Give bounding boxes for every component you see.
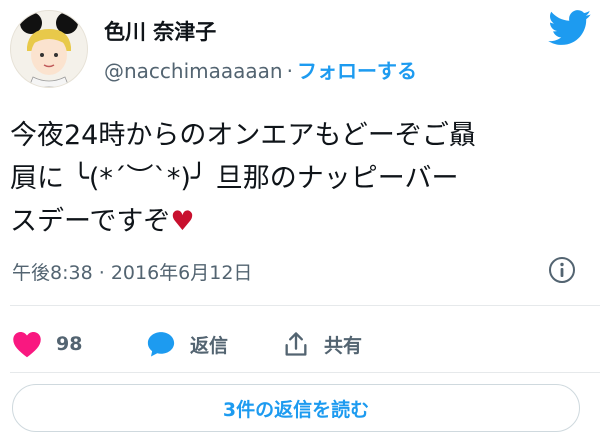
- tweet-line-text: スデーですぞ: [10, 206, 171, 237]
- share-label: 共有: [324, 334, 363, 357]
- avatar[interactable]: [10, 10, 88, 88]
- author-display-name[interactable]: 色川 奈津子: [104, 16, 216, 46]
- like-count: 98: [56, 333, 83, 355]
- share-icon: [285, 332, 307, 356]
- twitter-bird-icon[interactable]: [548, 10, 592, 46]
- share-button[interactable]: 共有: [282, 328, 362, 360]
- tweet-line: 屓に ╰(*´︶`*)╯ 旦那のナッピーバー: [10, 163, 459, 194]
- tweet-text: 今夜24時からのオンエアもどーぞご贔 屓に ╰(*´︶`*)╯ 旦那のナッピーバ…: [10, 114, 590, 243]
- like-button[interactable]: 98: [12, 328, 82, 360]
- timestamp[interactable]: 午後8:38 · 2016年6月12日: [12, 258, 252, 285]
- follow-button[interactable]: フォローする: [297, 59, 417, 83]
- time: 午後8:38: [12, 262, 93, 284]
- author-handle[interactable]: @nacchimaaaaan: [104, 59, 283, 83]
- reply-button[interactable]: 返信: [146, 328, 228, 360]
- tweet-line: 今夜24時からのオンエアもどーぞご贔: [10, 120, 476, 151]
- separator-dot: ·: [286, 59, 293, 83]
- divider: [10, 305, 600, 306]
- tweet-line: スデーですぞ♥: [10, 200, 590, 243]
- reply-label: 返信: [190, 334, 229, 357]
- reply-bubble-icon: [147, 332, 175, 357]
- date: 2016年6月12日: [110, 262, 253, 284]
- info-icon[interactable]: [548, 256, 576, 284]
- handle-row: @nacchimaaaaan · フォローする: [104, 55, 417, 84]
- separator-dot: ·: [98, 262, 105, 284]
- heart-emoji: ♥: [170, 206, 195, 237]
- divider: [10, 372, 600, 373]
- tweet-card: 色川 奈津子 @nacchimaaaaan · フォローする 今夜24時からのオンエ…: [0, 0, 600, 435]
- read-replies-button[interactable]: 3件の返信を読む: [12, 384, 580, 432]
- heart-icon: [13, 332, 41, 358]
